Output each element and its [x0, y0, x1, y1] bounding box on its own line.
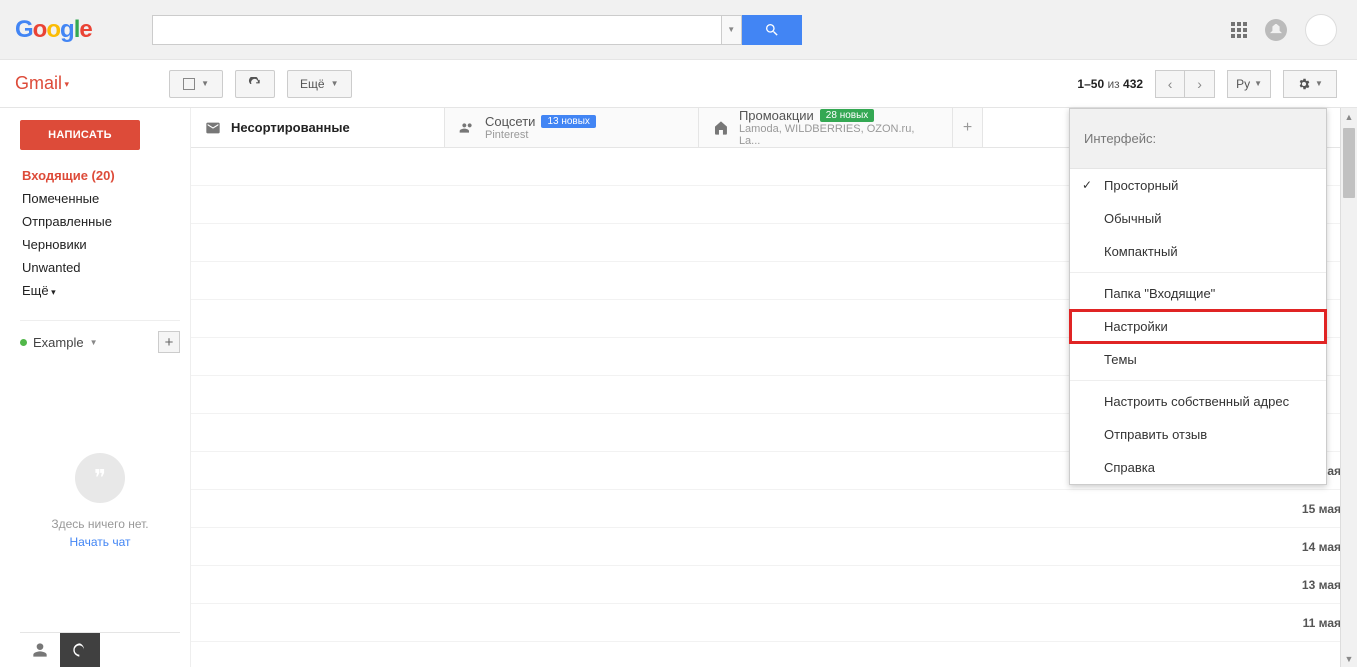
account-avatar[interactable]	[1305, 14, 1337, 46]
pager-label: 1–50 из 432	[1077, 77, 1143, 91]
search-input[interactable]	[152, 15, 722, 45]
search-icon	[764, 22, 780, 38]
hangouts-quote-icon: ❞	[75, 453, 125, 503]
vertical-scrollbar[interactable]: ▲ ▼	[1340, 108, 1357, 667]
sidebar-item[interactable]: Unwanted	[20, 256, 180, 279]
refresh-button[interactable]	[235, 70, 275, 98]
category-tab[interactable]: Промоакции 28 новыхLamoda, WILDBERRIES, O…	[699, 108, 953, 147]
gmail-dropdown[interactable]: Gmail	[15, 73, 69, 94]
add-contact-button[interactable]: +	[158, 331, 180, 353]
settings-menu-item[interactable]: Компактный	[1070, 235, 1326, 268]
refresh-icon	[248, 77, 262, 91]
contacts-tab[interactable]	[20, 633, 60, 667]
tab-icon	[459, 120, 475, 136]
scroll-up-arrow[interactable]: ▲	[1341, 108, 1357, 125]
mail-date: 14 мая	[1302, 540, 1341, 554]
input-lang-button[interactable]: Ру▼	[1227, 70, 1271, 98]
mail-row[interactable]: 11 мая	[191, 604, 1357, 642]
prev-page-button[interactable]: ‹	[1155, 70, 1185, 98]
mail-date: 11 мая	[1303, 616, 1341, 630]
tab-badge: 13 новых	[541, 115, 596, 128]
search-options-dropdown[interactable]: ▼	[722, 15, 742, 45]
mail-row[interactable]: 13 мая	[191, 566, 1357, 604]
settings-menu-item[interactable]: Настройки	[1070, 310, 1326, 343]
add-tab-button[interactable]: +	[953, 108, 983, 147]
tab-badge: 28 новых	[820, 109, 875, 122]
sidebar-item[interactable]: Отправленные	[20, 210, 180, 233]
search-button[interactable]	[742, 15, 802, 45]
gear-icon	[1297, 77, 1311, 91]
sidebar-item[interactable]: Входящие (20)	[20, 164, 180, 187]
category-tab[interactable]: Соцсети 13 новыхPinterest	[445, 108, 699, 147]
next-page-button[interactable]: ›	[1185, 70, 1215, 98]
settings-menu-item[interactable]: Темы	[1070, 343, 1326, 376]
settings-gear-button[interactable]: ▼	[1283, 70, 1337, 98]
settings-menu-item[interactable]: Папка "Входящие"	[1070, 277, 1326, 310]
settings-dropdown: Интерфейс:ПросторныйОбычныйКомпактный Пап…	[1069, 108, 1327, 485]
settings-menu-item: Интерфейс:	[1070, 109, 1326, 169]
tab-label: Промоакции	[739, 108, 814, 123]
tab-subtext: Pinterest	[485, 129, 596, 141]
compose-button[interactable]: НАПИСАТЬ	[20, 120, 140, 150]
tab-label: Соцсети	[485, 114, 535, 129]
settings-menu-item[interactable]: Обычный	[1070, 202, 1326, 235]
hangouts-icon	[72, 642, 88, 658]
google-logo[interactable]: Google	[15, 16, 92, 44]
mail-date: 15 мая	[1302, 502, 1341, 516]
settings-menu-item[interactable]: Справка	[1070, 451, 1326, 484]
start-chat-link[interactable]: Начать чат	[20, 535, 180, 549]
hangouts-empty-text: Здесь ничего нет.	[20, 517, 180, 531]
tab-icon	[205, 120, 221, 136]
scrollbar-thumb[interactable]	[1343, 128, 1355, 198]
settings-menu-item[interactable]: Отправить отзыв	[1070, 418, 1326, 451]
mail-row[interactable]: 15 мая	[191, 490, 1357, 528]
mail-row[interactable]: 14 мая	[191, 528, 1357, 566]
hangouts-username: Example	[33, 335, 84, 350]
sidebar-item[interactable]: Помеченные	[20, 187, 180, 210]
mail-date: 13 мая	[1302, 578, 1341, 592]
apps-icon[interactable]	[1231, 22, 1247, 38]
more-button[interactable]: Ещё▼	[287, 70, 351, 98]
settings-menu-item[interactable]: Настроить собственный адрес	[1070, 385, 1326, 418]
tab-subtext: Lamoda, WILDBERRIES, OZON.ru, La...	[739, 123, 938, 147]
sidebar-item[interactable]: Ещё	[20, 279, 180, 302]
sidebar-item[interactable]: Черновики	[20, 233, 180, 256]
hangouts-user-row[interactable]: Example ▼ +	[20, 331, 180, 353]
settings-menu-item[interactable]: Просторный	[1070, 169, 1326, 202]
notifications-icon[interactable]	[1265, 19, 1287, 41]
presence-dot-icon	[20, 339, 27, 346]
scroll-down-arrow[interactable]: ▼	[1341, 650, 1357, 667]
category-tab[interactable]: Несортированные	[191, 108, 445, 147]
person-icon	[32, 642, 48, 658]
tab-label: Несортированные	[231, 120, 350, 135]
select-all-button[interactable]: ▼	[169, 70, 223, 98]
hangouts-tab[interactable]	[60, 633, 100, 667]
tab-icon	[713, 120, 729, 136]
